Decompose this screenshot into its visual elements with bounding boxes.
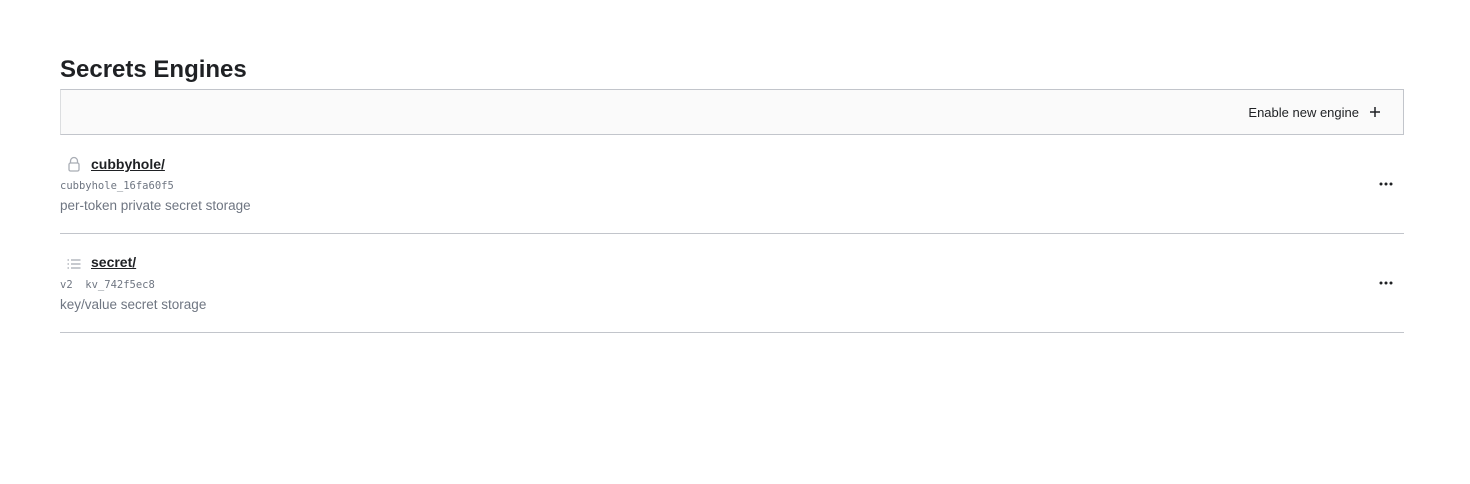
more-horizontal-icon: [1379, 182, 1393, 186]
more-options-button[interactable]: [1376, 275, 1396, 291]
engine-row-secret: secret/ v2 kv_742f5ec8 key/value secret …: [60, 234, 1404, 333]
engine-description: per-token private secret storage: [60, 198, 251, 213]
engine-row-cubbyhole: cubbyhole/ cubbyhole_16fa60f5 per-token …: [60, 134, 1404, 234]
engine-link-secret[interactable]: secret/: [91, 254, 136, 270]
lock-icon: [66, 156, 82, 172]
engine-accessor: cubbyhole_16fa60f5: [60, 180, 174, 192]
enable-new-engine-label: Enable new engine: [1248, 104, 1359, 120]
engine-link-cubbyhole[interactable]: cubbyhole/: [91, 156, 165, 172]
list-icon: [66, 256, 82, 272]
plus-icon: [1369, 106, 1381, 118]
more-horizontal-icon: [1379, 281, 1393, 285]
engine-accessor: v2 kv_742f5ec8: [60, 279, 155, 291]
toolbar: Enable new engine: [60, 89, 1404, 135]
page-title: Secrets Engines: [60, 56, 247, 83]
enable-new-engine-button[interactable]: Enable new engine: [1248, 105, 1381, 120]
more-options-button[interactable]: [1376, 176, 1396, 192]
engine-description: key/value secret storage: [60, 297, 207, 312]
